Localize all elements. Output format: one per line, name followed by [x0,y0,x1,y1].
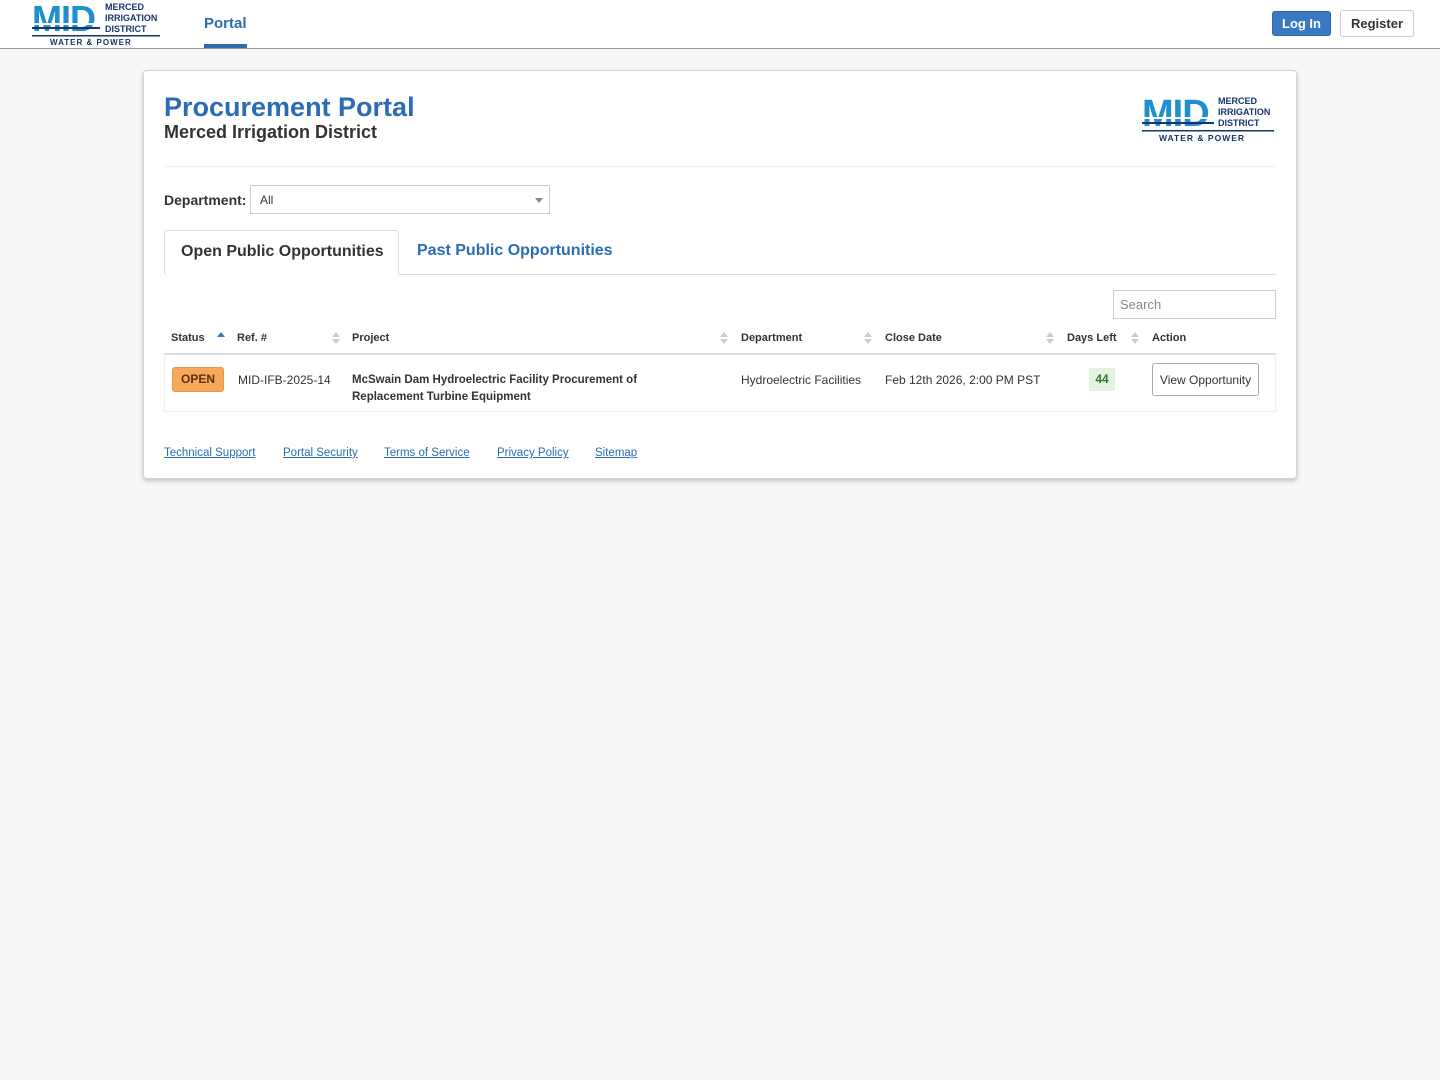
footer-link-sitemap[interactable]: Sitemap [595,447,637,459]
nav-tab-portal[interactable]: Portal [204,0,247,48]
column-header-project[interactable]: Project [352,332,389,344]
card-logo-letters: MID [1142,95,1209,135]
column-header-department[interactable]: Department [741,332,802,344]
sort-icon[interactable] [720,332,728,346]
department-select-value: All [260,193,274,207]
column-header-close-date[interactable]: Close Date [885,332,942,344]
column-header-ref[interactable]: Ref. # [237,332,267,344]
footer-link-technical-support[interactable]: Technical Support [164,447,255,459]
mid-logo[interactable]: MID MERCED IRRIGATION DISTRICT WATER & P… [30,1,162,47]
ref-number: MID-IFB-2025-14 [238,373,331,387]
logo-line3: DISTRICT [105,24,147,34]
login-button[interactable]: Log In [1272,11,1331,36]
logo-tagline: WATER & POWER [50,38,132,47]
logo-line2: IRRIGATION [105,13,157,23]
department-label: Department: [164,192,247,208]
card-logo-line2: IRRIGATION [1218,107,1270,117]
project-name: McSwain Dam Hydroelectric Facility Procu… [352,374,638,403]
sort-ascending-icon[interactable] [217,332,225,346]
card-logo-line1: MERCED [1218,96,1258,106]
sort-icon[interactable] [864,332,872,346]
sort-icon[interactable] [1046,332,1054,346]
page-title: Procurement Portal [164,92,415,122]
tab-open-opportunities[interactable]: Open Public Opportunities [164,230,399,275]
top-navbar: MID MERCED IRRIGATION DISTRICT WATER & P… [0,0,1440,49]
card-logo-tagline: WATER & POWER [1159,133,1245,143]
search-input[interactable] [1113,290,1276,319]
column-header-days-left[interactable]: Days Left [1067,332,1117,344]
sort-icon[interactable] [1131,332,1139,346]
days-left-badge: 44 [1089,368,1115,391]
register-button[interactable]: Register [1340,10,1414,37]
tab-past-opportunities[interactable]: Past Public Opportunities [417,242,613,260]
close-date: Feb 12th 2026, 2:00 PM PST [885,373,1041,387]
column-header-status[interactable]: Status [171,332,205,344]
logo-line1: MERCED [105,2,145,12]
procurement-card: Procurement Portal Merced Irrigation Dis… [143,70,1297,479]
mid-logo-card: MID MERCED IRRIGATION DISTRICT WATER & P… [1142,95,1276,143]
department-select[interactable]: All [250,185,550,214]
status-badge: OPEN [172,367,224,392]
footer-link-terms-of-service[interactable]: Terms of Service [384,447,470,459]
header-divider [164,166,1276,167]
page-subtitle: Merced Irrigation District [164,122,378,142]
chevron-down-icon [535,198,543,203]
view-opportunity-button[interactable]: View Opportunity [1152,363,1259,396]
department-name: Hydroelectric Facilities [741,373,862,387]
footer-link-privacy-policy[interactable]: Privacy Policy [497,447,569,459]
footer-link-portal-security[interactable]: Portal Security [283,447,358,459]
card-logo-line3: DISTRICT [1218,118,1260,128]
logo-letters: MID [32,1,95,39]
column-header-action: Action [1152,332,1187,344]
sort-icon[interactable] [332,332,340,346]
